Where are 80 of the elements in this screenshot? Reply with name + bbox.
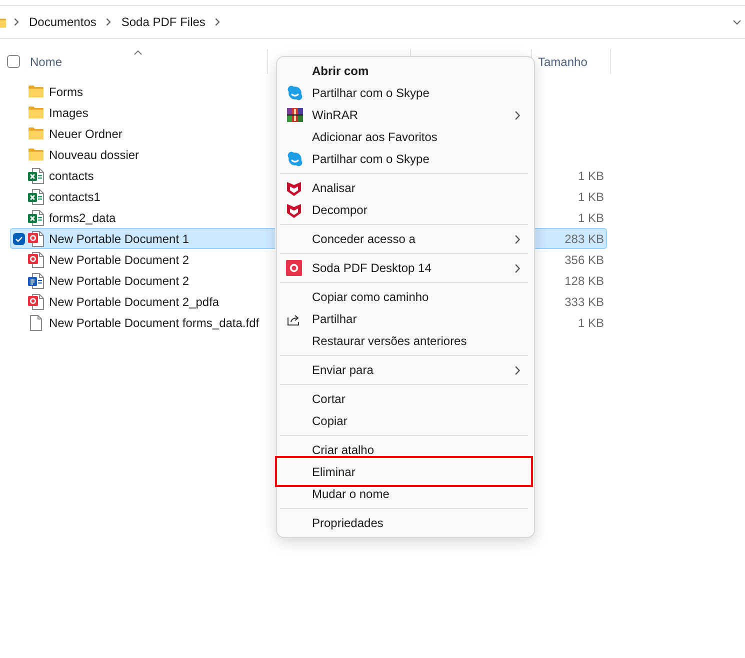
file-row[interactable]: Images [10,102,275,123]
chevron-down-icon [733,20,741,24]
chevron-right-icon [106,18,112,26]
file-name: New Portable Document 1 [49,232,190,246]
spreadsheet-file-icon [28,168,44,184]
file-row[interactable]: contacts [10,165,275,186]
file-row[interactable]: Neuer Ordner [10,123,275,144]
menu-item[interactable]: Partilhar com o Skype [280,82,531,104]
document-file-icon [28,272,44,288]
file-name: Images [49,106,88,120]
pdf-file-icon [28,252,44,268]
size-cell-text: 1 KB [576,210,605,226]
file-row[interactable]: contacts1 [10,186,275,207]
file-row[interactable]: New Portable Document 2 [10,249,275,270]
menu-item[interactable]: Copiar [280,410,531,432]
file-name: Forms [49,84,83,98]
spreadsheet-file-icon [28,210,44,226]
file-name: New Portable Document 2 [49,274,190,288]
pdf-file-icon [28,294,44,310]
size-cell-text: 356 KB [564,252,605,268]
file-name: forms2_data [49,210,116,224]
menu-item[interactable]: Conceder acesso a [280,228,531,250]
menu-item[interactable]: Decompor [280,199,531,221]
file-row[interactable]: New Portable Document 2_pdfa [10,291,275,312]
cloud-logo-icon [287,85,303,101]
menu-item[interactable]: Partilhar [280,308,531,330]
menu-item[interactable]: Copiar como caminho [280,286,531,308]
file-row[interactable]: New Portable Document forms_data.fdf [10,312,275,333]
menu-item[interactable]: Eliminar [280,461,531,483]
file-name: New Portable Document forms_data.fdf [49,316,260,330]
chevron-right-icon [14,18,19,26]
folder-icon [28,148,44,161]
shield-icon [287,202,301,218]
share-icon [287,312,301,326]
file-row[interactable]: forms2_data [10,207,275,228]
menu-item[interactable]: Partilhar com o Skype [280,148,531,170]
size-cell-text: 1 KB [576,188,605,206]
file-name: contacts1 [49,190,100,204]
menu-item[interactable]: Enviar para [280,359,531,381]
size-cell-text: 1 KB [576,314,605,332]
breadcrumb-item[interactable]: Documentos [29,15,96,29]
menu-item[interactable]: Mudar o nome [280,483,531,505]
file-name: Nouveau dossier [49,148,140,162]
size-cell: 283 KB [532,228,607,249]
menu-item[interactable]: Criar atalho [280,439,531,461]
file-name: New Portable Document 2 [49,252,190,266]
file-row[interactable]: New Portable Document 2 [10,270,275,291]
menu-item[interactable]: Adicionar aos Favoritos [280,126,531,148]
pdf-file-icon [28,230,44,246]
folder-icon [28,127,44,140]
spreadsheet-file-icon [28,188,44,204]
menu-item[interactable]: Cortar [280,388,531,410]
books-icon [287,108,303,122]
size-cell-text: 333 KB [564,294,605,310]
menu-item[interactable]: Restaurar versões anteriores [280,330,531,352]
breadcrumb-item[interactable]: Soda PDF Files [121,15,206,29]
cloud-logo-icon [287,151,303,167]
file-row[interactable]: Forms [10,81,275,102]
app-tile-icon [286,260,302,276]
file-row[interactable]: Nouveau dossier [10,144,275,165]
file-name: Neuer Ordner [49,126,122,140]
folder-icon [28,106,44,119]
folder-icon [28,85,44,98]
chevron-right-icon [215,18,220,26]
menu-item[interactable]: Propriedades [280,512,531,534]
menu-item[interactable]: WinRAR [280,104,531,126]
folder-icon [0,16,7,28]
checkbox[interactable] [7,55,20,68]
file-name: contacts [49,168,94,182]
size-cell-text: 1 KB [576,168,605,184]
menu-item[interactable]: Analisar [280,177,531,199]
file-name: New Portable Document 2_pdfa [49,294,220,308]
menu-item[interactable]: Soda PDF Desktop 14 [280,257,531,279]
size-cell-text: 128 KB [564,272,605,290]
menu-item[interactable]: Abrir com [280,60,531,82]
shield-icon [287,180,301,196]
checkbox[interactable] [13,232,25,244]
file-row[interactable]: New Portable Document 1 [10,228,275,249]
file-icon [28,314,44,330]
column-header[interactable]: Nome [20,49,267,74]
